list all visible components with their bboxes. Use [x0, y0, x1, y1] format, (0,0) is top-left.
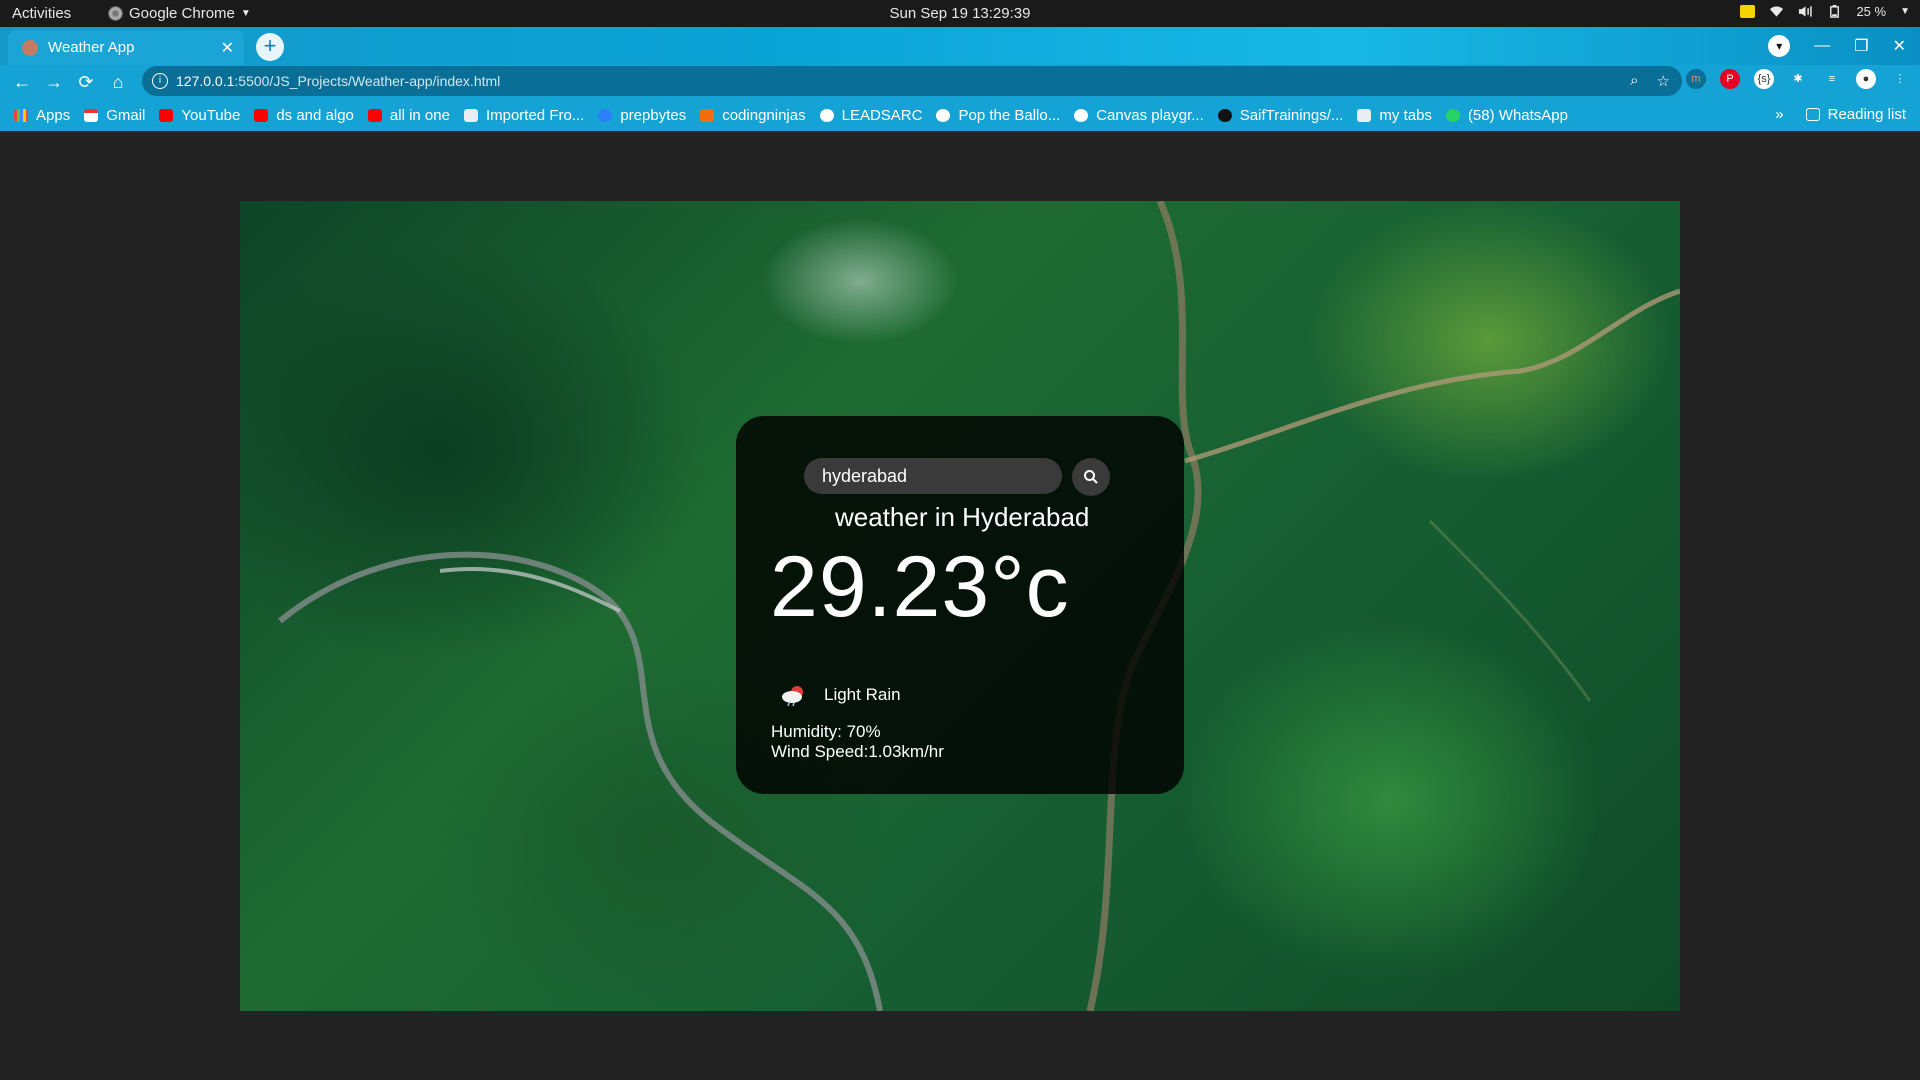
reading-list-icon — [1805, 108, 1820, 121]
city-search-input[interactable] — [804, 458, 1062, 494]
app-menu[interactable]: Google Chrome ▼ — [108, 5, 251, 22]
github-icon — [1217, 108, 1232, 122]
omnibox-actions: ⌕ ☆ — [1630, 72, 1670, 90]
bookmark-saiftrainings[interactable]: SaifTrainings/... — [1217, 107, 1343, 124]
rain-cloud-icon — [782, 686, 803, 706]
activities-button[interactable]: Activities — [12, 5, 71, 22]
tab-weather-app[interactable]: Weather App ✕ — [8, 30, 244, 65]
address-bar[interactable]: i 127.0.0.1:5500/JS_Projects/Weather-app… — [142, 66, 1682, 96]
bookmark-prepbytes[interactable]: prepbytes — [598, 107, 686, 124]
puzzle-icon[interactable]: ✱ — [1788, 69, 1808, 89]
tab-strip: Weather App ✕ + ▾ — ❐ ✕ — [0, 27, 1920, 65]
weather-card: weather in Hyderabad 29.23°c Light Rain … — [736, 416, 1184, 794]
search-button[interactable] — [1072, 458, 1110, 496]
reload-icon[interactable]: ⟳ — [70, 72, 102, 93]
wifi-icon — [1770, 6, 1784, 17]
bookmark-codingninjas[interactable]: codingninjas — [700, 107, 806, 124]
bookmark-ds-and-algo[interactable]: ds and algo — [254, 107, 354, 124]
tab-title: Weather App — [48, 39, 135, 56]
battery-percent: 25 % — [1856, 4, 1887, 19]
forward-arrow-icon[interactable]: → — [38, 72, 70, 93]
weather-description-row: Light Rain — [780, 684, 901, 706]
clock-container: Sun Sep 19 13:29:39 — [0, 5, 1920, 22]
reading-list-button[interactable]: Reading list — [1805, 106, 1906, 123]
volume-icon — [1799, 6, 1813, 17]
battery-icon — [1830, 5, 1840, 18]
restore-icon[interactable]: ❐ — [1854, 36, 1868, 56]
close-tab-icon[interactable]: ✕ — [221, 38, 234, 58]
page-viewport: weather in Hyderabad 29.23°c Light Rain … — [0, 131, 1920, 1080]
app-menu-label: Google Chrome — [129, 5, 235, 22]
browser-toolbar: ← → ⟳ ⌂ i 127.0.0.1:5500/JS_Projects/Wea… — [0, 65, 1920, 99]
whatsapp-icon — [1445, 108, 1460, 122]
bookmark-apps[interactable]: Apps — [14, 107, 70, 124]
avatar[interactable]: ● — [1856, 69, 1876, 89]
bookmark-leadsarc[interactable]: LEADSARC — [819, 107, 922, 124]
humidity-text: Humidity: 70% — [771, 722, 881, 741]
search-icon — [1084, 470, 1098, 484]
bookmark-youtube[interactable]: YouTube — [159, 107, 240, 124]
back-arrow-icon[interactable]: ← — [6, 72, 38, 93]
folder-icon — [463, 108, 478, 122]
globe-icon — [819, 108, 834, 122]
codingninjas-icon — [700, 108, 715, 122]
bookmark-imported[interactable]: Imported Fro... — [463, 107, 584, 124]
globe-icon — [936, 108, 951, 122]
site-info-icon[interactable]: i — [152, 73, 168, 89]
bookmark-gmail[interactable]: Gmail — [84, 107, 145, 124]
bookmarks-right: » Reading list — [1775, 106, 1906, 123]
system-top-bar: Activities Google Chrome ▼ Sun Sep 19 13… — [0, 0, 1920, 27]
apps-grid-icon — [14, 108, 28, 122]
bookmark-whatsapp[interactable]: (58) WhatsApp — [1445, 107, 1568, 124]
temperature-display: 29.23°c — [770, 539, 1070, 635]
kebab-menu-icon[interactable]: ⋮ — [1890, 69, 1910, 89]
bookmarks-bar: Apps Gmail YouTube ds and algo all in on… — [0, 99, 1920, 131]
globe-icon — [1074, 108, 1089, 122]
notes-tray-icon[interactable] — [1740, 5, 1756, 18]
bookmark-star-icon[interactable]: ☆ — [1657, 72, 1670, 90]
minimize-icon[interactable]: — — [1814, 37, 1830, 55]
extensions-area: m P {s} ✱ ≡ ● ⋮ — [1686, 69, 1910, 89]
prepbytes-icon — [598, 108, 613, 122]
chevron-down-icon: ▼ — [1900, 6, 1910, 17]
system-clock[interactable]: Sun Sep 19 13:29:39 — [890, 5, 1031, 22]
bookmark-canvas-playground[interactable]: Canvas playgr... — [1074, 107, 1204, 124]
home-icon[interactable]: ⌂ — [102, 72, 134, 93]
tab-favicon-icon — [22, 39, 38, 56]
pinterest-icon[interactable]: P — [1720, 69, 1740, 89]
wind-speed-text: Wind Speed:1.03km/hr — [771, 742, 944, 761]
gmail-icon — [84, 108, 99, 122]
bookmarks-overflow-button[interactable]: » — [1775, 106, 1783, 123]
weather-description: Light Rain — [824, 685, 901, 704]
extension-icon[interactable]: {s} — [1754, 69, 1774, 89]
chrome-icon — [108, 6, 123, 21]
window-controls: ▾ — ❐ ✕ — [1768, 27, 1920, 65]
close-window-icon[interactable]: ✕ — [1893, 36, 1906, 56]
bookmark-pop-the-balloon[interactable]: Pop the Ballo... — [936, 107, 1060, 124]
bookmark-my-tabs[interactable]: my tabs — [1357, 107, 1432, 124]
youtube-icon — [254, 108, 269, 122]
url-path: :5500/JS_Projects/Weather-app/index.html — [234, 73, 501, 89]
chevron-down-icon: ▼ — [240, 8, 251, 19]
tab-search-icon[interactable]: ▾ — [1768, 35, 1791, 57]
youtube-icon — [159, 108, 174, 122]
extension-icon[interactable]: m — [1686, 69, 1706, 89]
new-tab-button[interactable]: + — [256, 33, 284, 61]
youtube-icon — [367, 108, 382, 122]
media-control-icon[interactable]: ≡ — [1822, 69, 1842, 89]
url-host: 127.0.0.1 — [176, 73, 235, 89]
bookmark-all-in-one[interactable]: all in one — [367, 107, 450, 124]
city-heading: weather in Hyderabad — [835, 502, 1090, 532]
folder-icon — [1357, 108, 1372, 122]
zoom-icon[interactable]: ⌕ — [1630, 72, 1638, 90]
system-tray[interactable]: 25 % ▼ — [1740, 4, 1910, 19]
